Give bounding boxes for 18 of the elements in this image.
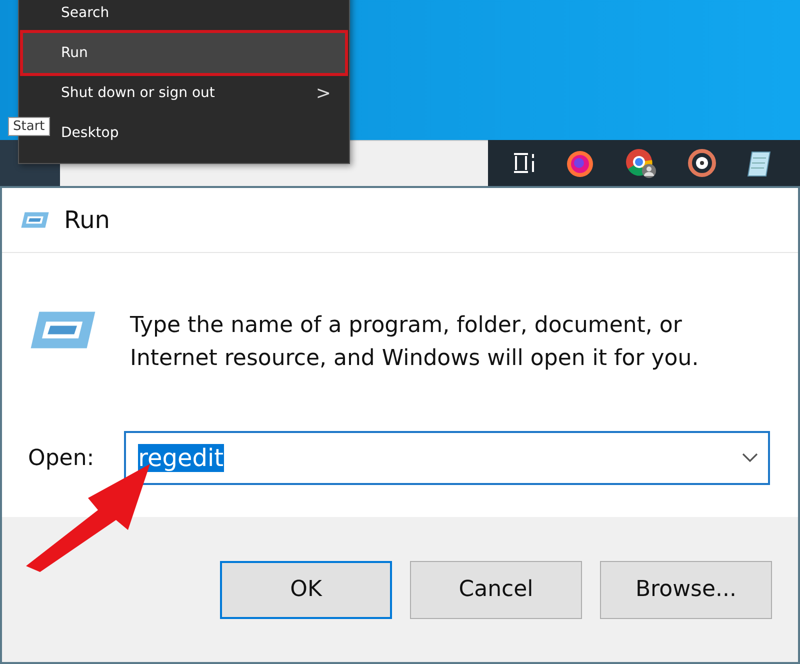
description: Type the name of a program, folder, document, or Internet resource, and Windows will open it for you. <box>130 312 700 373</box>
chevron-icon[interactable] <box>742 453 758 463</box>
dialog-button[interactable]: Cancel <box>410 560 582 618</box>
tooltip: Start <box>8 117 50 136</box>
window-title: Run <box>64 206 110 234</box>
menu-item[interactable]: Shut down or sign out > <box>23 73 345 113</box>
run-icon <box>20 211 50 229</box>
dialog-button[interactable]: OK <box>220 560 392 618</box>
dialog-button[interactable]: Browse... <box>600 560 772 618</box>
open-field[interactable]: regedit <box>124 431 770 485</box>
open-label: Open: <box>28 446 94 470</box>
task-view-icon[interactable] <box>512 152 536 174</box>
browser-icon[interactable] <box>624 147 658 179</box>
run-icon <box>28 309 98 351</box>
menu-item[interactable]: Search <box>23 0 345 33</box>
menu-item[interactable]: Run <box>23 33 345 73</box>
field-value: regedit <box>138 444 224 472</box>
disc-icon[interactable] <box>686 148 717 178</box>
